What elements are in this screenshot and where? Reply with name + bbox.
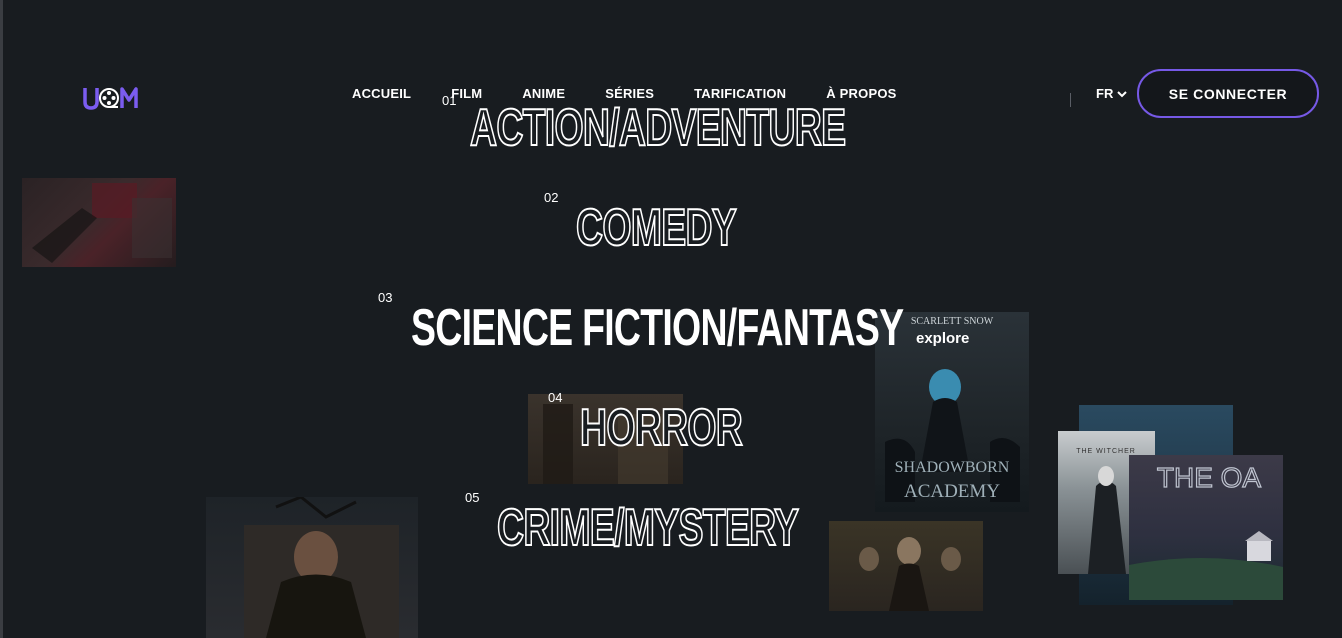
poster-title-line-1: SHADOWBORN [895,459,1010,476]
genre-horror[interactable]: HORROR [579,399,805,457]
window-edge [0,0,3,638]
language-label: FR [1096,86,1114,101]
genre-crime-mystery[interactable]: CRIME/MYSTERY [496,499,915,557]
poster-witcher-title: THE WITCHER [1076,448,1136,455]
poster-the-oa: THE OA [1129,455,1283,600]
genre-number-03: 03 [378,290,393,305]
genre-title: HORROR [579,399,743,457]
nav-accueil[interactable]: ACCUEIL [352,86,411,101]
site-logo[interactable] [82,82,142,114]
genre-number-02: 02 [544,190,559,205]
login-button[interactable]: SE CONNECTER [1137,69,1319,118]
genre-number-04: 04 [548,390,563,405]
genre-title: ACTION/ADVENTURE [469,99,847,157]
poster-top-left [22,178,176,267]
poster-oa-title: THE OA [1157,462,1262,493]
genre-title: COMEDY [575,199,737,257]
chevron-down-icon [1117,90,1128,97]
genre-science-fiction-fantasy[interactable]: SCIENCE FICTION/FANTASY [411,300,1095,356]
genre-comedy[interactable]: COMEDY [575,199,798,257]
genre-action-adventure[interactable]: ACTION/ADVENTURE [469,99,991,157]
poster-bottom-left [206,497,418,638]
header-divider [1070,93,1071,107]
poster-title-line-2: ACADEMY [904,481,1000,502]
genre-title: CRIME/MYSTERY [496,499,799,557]
genre-number-01: 01 [442,93,457,108]
genre-title: SCIENCE FICTION/FANTASY [411,299,904,357]
page: ACCUEIL FILM ANIME SÉRIES TARIFICATION À… [0,0,1342,638]
explore-link[interactable]: explore [916,330,969,347]
genre-number-05: 05 [465,490,480,505]
language-selector[interactable]: FR [1096,86,1128,101]
